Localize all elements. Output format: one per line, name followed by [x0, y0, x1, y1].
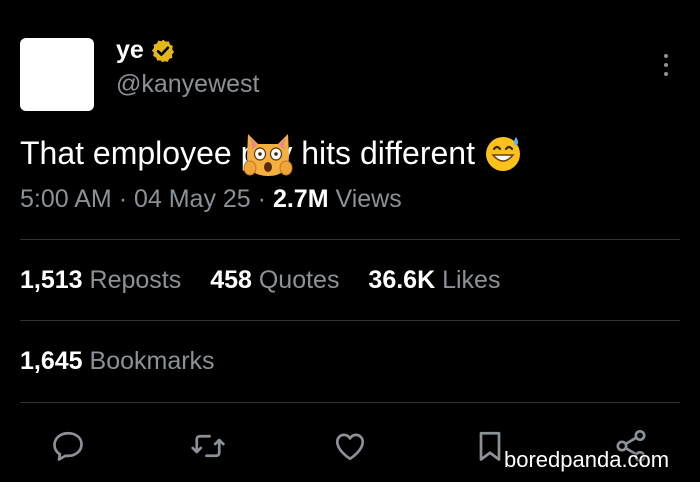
tweet-text-before: That employee p: [20, 134, 259, 171]
reply-icon[interactable]: [50, 428, 86, 464]
divider: [20, 239, 680, 240]
meta-separator: ·: [118, 185, 128, 213]
reposts-label: Reposts: [89, 266, 182, 294]
avatar[interactable]: [20, 38, 94, 111]
engagement-stats: 1,513 Reposts 458 Quotes 36.6K Likes: [20, 266, 522, 295]
likes-stat[interactable]: 36.6K Likes: [368, 266, 500, 294]
meta-separator: ·: [257, 185, 266, 213]
bookmarks-count: 1,645: [20, 347, 83, 375]
author-name-row: ye: [116, 36, 176, 65]
quotes-stat[interactable]: 458 Quotes: [210, 266, 346, 294]
tweet-text-after: y hits different: [276, 134, 475, 171]
bookmarks-stat[interactable]: 1,645 Bookmarks: [20, 347, 215, 376]
author-handle[interactable]: @kanyewest: [116, 70, 260, 99]
tweet-text: That employee p y hits different: [20, 128, 523, 178]
views-count[interactable]: 2.7M: [273, 185, 329, 213]
display-name[interactable]: ye: [116, 36, 144, 65]
tweet-time[interactable]: 5:00 AM: [20, 185, 112, 213]
quotes-label: Quotes: [258, 266, 340, 294]
repost-icon[interactable]: [190, 428, 226, 464]
reposts-count: 1,513: [20, 266, 83, 294]
reposts-stat[interactable]: 1,513 Reposts: [20, 266, 188, 294]
divider: [20, 402, 680, 403]
watermark: boredpanda.com: [504, 447, 670, 472]
more-options-icon[interactable]: [656, 54, 676, 82]
divider: [20, 320, 680, 321]
bookmark-icon[interactable]: [472, 428, 508, 464]
tweet-meta: 5:00 AM · 04 May 25 · 2.7M Views: [20, 185, 402, 214]
likes-label: Likes: [442, 266, 501, 294]
views-label[interactable]: Views: [336, 185, 402, 213]
quotes-count: 458: [210, 266, 252, 294]
grinning-face-with-sweat-icon: [485, 137, 520, 171]
like-icon[interactable]: [332, 428, 368, 464]
bookmarks-label: Bookmarks: [89, 347, 215, 375]
weary-cat-face-icon: [243, 134, 293, 176]
tweet-date[interactable]: 04 May 25: [134, 185, 251, 213]
likes-count: 36.6K: [368, 266, 436, 294]
verified-badge-icon: [151, 39, 174, 62]
